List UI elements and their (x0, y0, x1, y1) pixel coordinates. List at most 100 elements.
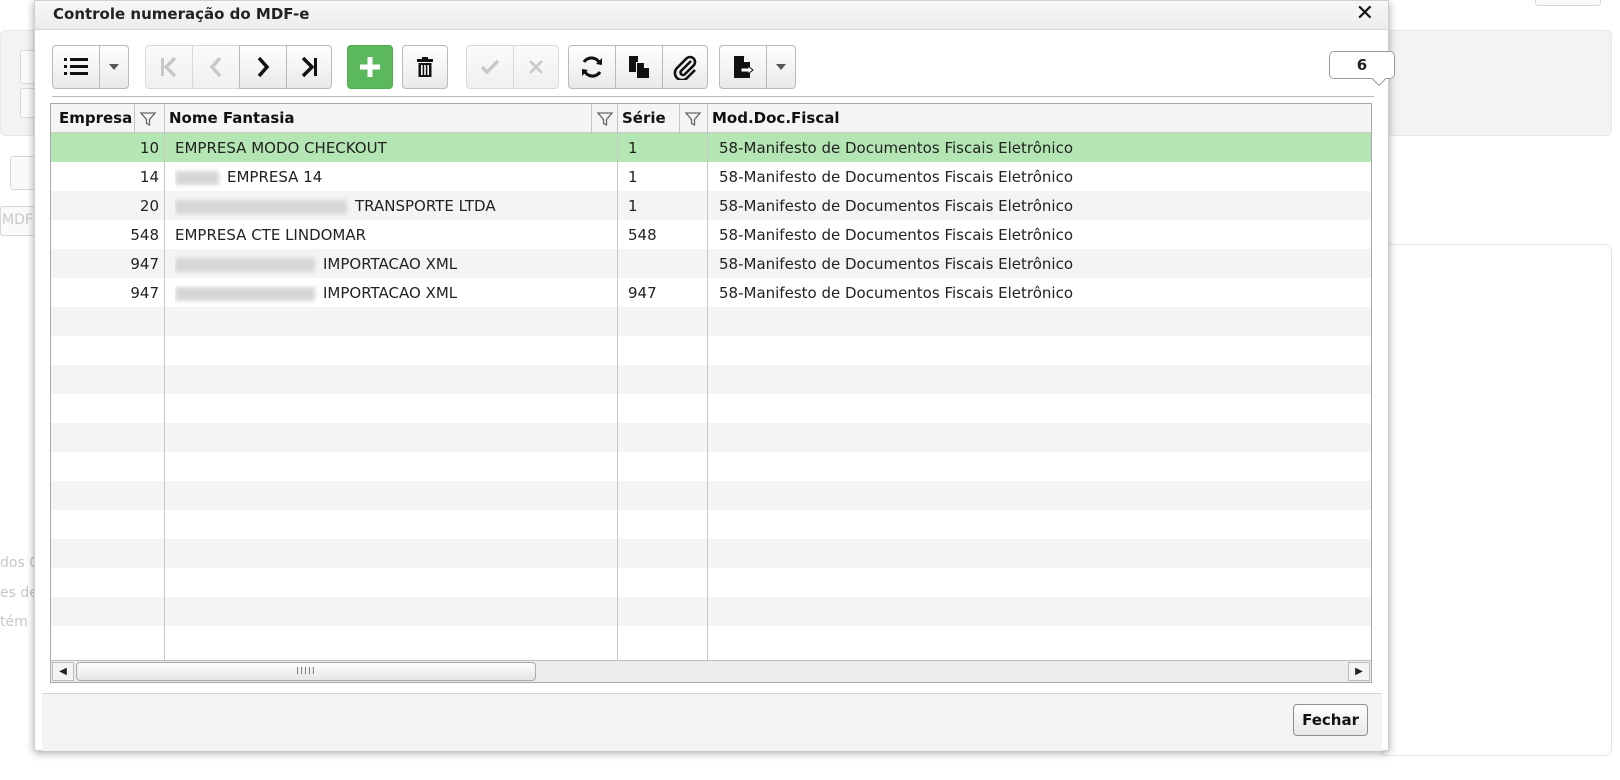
cell-empresa: 947 (130, 255, 159, 273)
cell-mod-doc-fiscal: 58-Manifesto de Documentos Fiscais Eletr… (719, 197, 1074, 215)
cell-mod-doc-fiscal: 58-Manifesto de Documentos Fiscais Eletr… (719, 284, 1074, 302)
table-row[interactable]: 20 TRANSPORTE LTDA 1 58-Manifesto de Doc… (51, 191, 1371, 221)
cell-nome-fantasia: EMPRESA 14 (175, 162, 615, 192)
table-row[interactable]: 548 EMPRESA CTE LINDOMAR 548 58-Manifest… (51, 220, 1371, 250)
redacted-text (175, 170, 219, 185)
column-divider[interactable] (679, 104, 680, 133)
background-faded-text: tém (0, 614, 28, 630)
cell-serie: 1 (628, 168, 638, 186)
list-view-button[interactable] (52, 45, 100, 89)
background-top-button (1535, 0, 1601, 6)
empty-row (51, 394, 1371, 424)
chevron-right-icon (257, 56, 270, 78)
cell-serie: 947 (628, 284, 657, 302)
dialog-title: Controle numeração do MDF-e (53, 5, 310, 23)
toolbar-divider (52, 96, 1374, 97)
empty-row (51, 336, 1371, 366)
records-grid: Empresa Nome Fantasia Série Mod.Doc.Fisc… (50, 103, 1372, 683)
empty-row (51, 365, 1371, 395)
paperclip-icon (673, 55, 697, 80)
refresh-button[interactable] (568, 45, 616, 89)
export-dropdown[interactable] (766, 45, 796, 89)
cell-mod-doc-fiscal: 58-Manifesto de Documentos Fiscais Eletr… (719, 226, 1074, 244)
column-header-nome-fantasia[interactable]: Nome Fantasia (165, 104, 295, 133)
column-gridline (164, 133, 165, 663)
cell-empresa: 10 (139, 139, 159, 157)
cell-nome-text: EMPRESA MODO CHECKOUT (175, 139, 387, 157)
cell-nome-text: EMPRESA 14 (227, 168, 323, 186)
filter-icon[interactable] (139, 110, 157, 128)
column-gridline (617, 133, 618, 663)
export-button[interactable] (719, 45, 767, 89)
refresh-icon (582, 56, 602, 78)
background-faded-text: es de (0, 585, 38, 601)
column-header-serie[interactable]: Série (618, 104, 666, 133)
add-button[interactable] (347, 45, 393, 89)
empty-row (51, 626, 1371, 656)
close-icon[interactable]: ✕ (1356, 2, 1374, 26)
caret-down-icon (776, 64, 786, 70)
column-divider[interactable] (134, 104, 135, 133)
delete-button[interactable] (402, 45, 448, 89)
table-row[interactable]: 14 EMPRESA 14 1 58-Manifesto de Document… (51, 162, 1371, 192)
cell-nome-fantasia: TRANSPORTE LTDA (175, 191, 615, 221)
cell-nome-fantasia: EMPRESA MODO CHECKOUT (175, 133, 615, 163)
cell-serie: 1 (628, 139, 638, 157)
empty-row (51, 539, 1371, 569)
cell-empresa: 548 (130, 226, 159, 244)
record-count-badge: 6 (1329, 51, 1395, 79)
table-row[interactable]: 947 IMPORTACAO XML 947 58-Manifesto de D… (51, 278, 1371, 308)
scrollbar-thumb[interactable]: IIIII (76, 662, 536, 681)
cancel-button[interactable] (513, 45, 559, 89)
background-tab-label: MDF (2, 212, 33, 228)
table-row[interactable]: 10 EMPRESA MODO CHECKOUT 1 58-Manifesto … (51, 133, 1371, 163)
close-button[interactable]: Fechar (1293, 704, 1368, 736)
table-row[interactable]: 947 IMPORTACAO XML 58-Manifesto de Docum… (51, 249, 1371, 279)
first-icon (161, 56, 177, 78)
dialog-titlebar: Controle numeração do MDF-e ✕ (35, 1, 1388, 30)
column-divider[interactable] (591, 104, 592, 133)
filter-icon[interactable] (596, 110, 614, 128)
background-field (10, 156, 36, 190)
export-file-icon (734, 56, 754, 78)
cell-nome-text: EMPRESA CTE LINDOMAR (175, 226, 367, 244)
empty-row (51, 307, 1371, 337)
horizontal-scrollbar[interactable]: ◀ IIIII ▶ (51, 660, 1371, 682)
redacted-text (175, 257, 315, 272)
column-header-mod-doc-fiscal[interactable]: Mod.Doc.Fiscal (708, 104, 840, 133)
first-record-button[interactable] (145, 45, 193, 89)
last-record-button[interactable] (286, 45, 332, 89)
background-content-panel (1380, 244, 1612, 756)
cell-mod-doc-fiscal: 58-Manifesto de Documentos Fiscais Eletr… (719, 168, 1074, 186)
cell-empresa: 14 (139, 168, 159, 186)
x-icon (529, 60, 543, 74)
empty-row (51, 423, 1371, 453)
dialog-footer: Fechar (42, 693, 1382, 751)
caret-down-icon (109, 64, 119, 70)
duplicate-button[interactable] (615, 45, 663, 89)
redacted-text (175, 199, 347, 214)
scroll-right-arrow[interactable]: ▶ (1348, 662, 1370, 681)
cell-empresa: 20 (139, 197, 159, 215)
plus-icon (360, 57, 380, 77)
filter-icon[interactable] (684, 110, 702, 128)
cell-nome-text: IMPORTACAO XML (323, 255, 458, 273)
empty-row (51, 481, 1371, 511)
cell-nome-fantasia: EMPRESA CTE LINDOMAR (175, 220, 615, 250)
cell-nome-fantasia: IMPORTACAO XML (175, 249, 615, 279)
cell-nome-text: IMPORTACAO XML (323, 284, 458, 302)
check-icon (480, 59, 500, 75)
column-gridline (707, 133, 708, 663)
scroll-left-arrow[interactable]: ◀ (52, 662, 74, 681)
cell-serie: 548 (628, 226, 657, 244)
cell-nome-fantasia: IMPORTACAO XML (175, 278, 615, 308)
cell-serie: 1 (628, 197, 638, 215)
empty-row (51, 510, 1371, 540)
trash-icon (417, 57, 433, 77)
attach-button[interactable] (662, 45, 708, 89)
previous-record-button[interactable] (192, 45, 240, 89)
next-record-button[interactable] (239, 45, 287, 89)
confirm-button[interactable] (466, 45, 514, 89)
list-view-dropdown[interactable] (99, 45, 129, 89)
column-header-empresa[interactable]: Empresa (55, 104, 132, 133)
